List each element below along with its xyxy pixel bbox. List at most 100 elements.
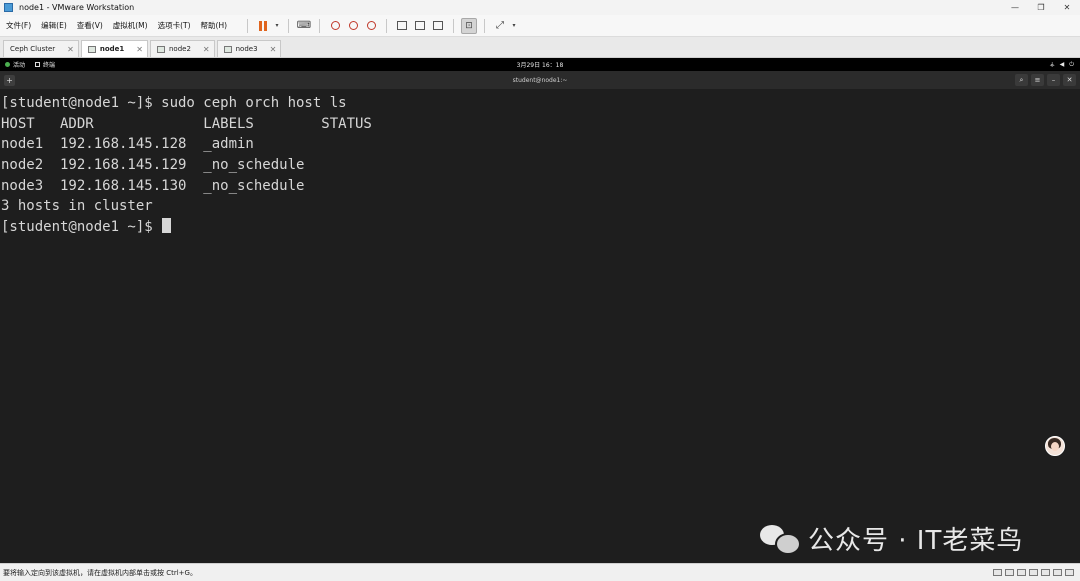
menu-tabs[interactable]: 选项卡(T) [154,20,195,31]
gnome-clock[interactable]: 3月29日 16：18 [0,60,1080,69]
system-tray[interactable]: ⚶ ◀ ⏻ [1050,61,1080,69]
tab-ceph-cluster[interactable]: Ceph Cluster ✕ [3,40,79,57]
gnome-left: 活动 终端 [0,60,60,69]
vm-icon [156,45,165,53]
terminal-minimize-button[interactable]: – [1047,74,1060,86]
terminal-title: student@node1:~ [512,76,568,84]
terminal-prompt-line: [student@node1 ~]$ [1,217,1080,238]
tab-label: node1 [99,45,125,53]
avatar-face [1051,442,1059,451]
snapshot-manager-icon [366,21,376,30]
close-icon: ✕ [1066,76,1073,84]
watermark: 公众号 · IT老菜鸟 [760,518,1023,558]
snapshot-button[interactable] [327,18,343,34]
tab-node2[interactable]: node2 ✕ [149,40,215,57]
terminal-close-button[interactable]: ✕ [1063,74,1076,86]
maximize-button[interactable]: ❐ [1028,0,1054,15]
vm-tab-bar: Ceph Cluster ✕ node1 ✕ node2 ✕ node3 ✕ [0,37,1080,58]
power-dropdown-button[interactable]: ▾ [273,18,281,34]
window-controls: — ❐ ✕ [1002,0,1080,15]
toolbar-separator [319,18,321,33]
tab-node3[interactable]: node3 ✕ [216,40,282,57]
toolbar-separator [386,18,388,33]
device-icons [993,569,1080,576]
terminal-icon [35,62,41,67]
display-icon[interactable] [1053,569,1062,576]
window-title: node1 - VMware Workstation [19,3,135,12]
show-library-button[interactable] [394,18,410,34]
terminal-header-bar: + student@node1:~ ⌕ ≡ – ✕ [0,71,1080,90]
close-icon[interactable]: ✕ [67,45,74,54]
sound-icon[interactable] [1041,569,1050,576]
toolbar: ▾ ⌨ ⊡ ⤢ ▾ [241,17,519,34]
activities-label: 活动 [13,62,26,69]
terminal-cursor [162,218,172,234]
toolbar-separator [288,18,290,33]
terminal-line: node3 192.168.145.130 _no_schedule [1,177,305,194]
hamburger-icon: ≡ [1034,76,1041,84]
menu-view[interactable]: 查看(V) [73,20,107,31]
new-tab-button[interactable]: + [4,74,15,86]
usb-icon[interactable] [1029,569,1038,576]
network-adapter-icon[interactable] [1017,569,1026,576]
gnome-top-bar: 活动 终端 3月29日 16：18 ⚶ ◀ ⏻ [0,58,1080,71]
terminal-line: node1 192.168.145.128 _admin [1,136,254,153]
toolbar-separator [247,18,249,33]
menu-edit[interactable]: 编辑(E) [37,20,71,31]
revert-snapshot-button[interactable] [345,18,361,34]
terminal-output[interactable]: [student@node1 ~]$ sudo ceph orch host l… [0,90,1080,563]
terminal-line: [student@node1 ~]$ sudo ceph orch host l… [1,95,347,111]
minimize-button[interactable]: — [1002,0,1028,15]
menu-help[interactable]: 帮助(H) [197,20,232,31]
menu-vm[interactable]: 虚拟机(M) [109,20,152,31]
cdrom-icon[interactable] [1005,569,1014,576]
wechat-icon [760,523,801,555]
stretch-view-button[interactable]: ⤢ [492,18,508,34]
hard-disk-icon[interactable] [993,569,1002,576]
pause-button[interactable] [255,18,271,34]
volume-icon: ◀ [1059,61,1065,68]
library-icon [397,21,408,30]
tab-label: node3 [235,45,258,53]
tab-node1[interactable]: node1 ✕ [80,40,148,57]
message-icon[interactable] [1065,569,1074,576]
power-icon: ⏻ [1069,60,1074,68]
terminal-app-menu[interactable]: 终端 [30,60,60,69]
minimize-icon: – [1051,76,1056,84]
activities-button[interactable]: 活动 [0,60,30,69]
activities-icon [5,62,10,67]
vm-icon [223,45,232,53]
close-button[interactable]: ✕ [1054,0,1080,15]
title-bar: node1 - VMware Workstation — ❐ ✕ [0,0,1080,15]
close-icon[interactable]: ✕ [270,45,277,54]
terminal-search-button[interactable]: ⌕ [1015,74,1028,86]
console-view-button[interactable]: ⊡ [461,17,478,34]
keyboard-icon: ⌨ [296,20,312,31]
close-icon[interactable]: ✕ [203,45,210,54]
tab-label: Ceph Cluster [10,45,56,53]
toolbar-separator [453,18,455,33]
full-screen-button[interactable] [430,18,446,34]
snapshot-manager-button[interactable] [363,18,379,34]
snapshot-icon [330,21,340,30]
status-bar: 要将输入定向到该虚拟机，请在虚拟机内部单击或按 Ctrl+G。 [0,563,1080,581]
close-icon[interactable]: ✕ [136,45,143,54]
revert-snapshot-icon [348,21,358,30]
menu-bar: 文件(F) 编辑(E) 查看(V) 虚拟机(M) 选项卡(T) 帮助(H) ▾ … [0,15,1080,37]
thumbnail-bar-button[interactable] [412,18,428,34]
terminal-prompt: [student@node1 ~]$ [1,219,162,236]
stretch-icon: ⤢ [496,20,505,31]
fullscreen-icon [433,21,444,30]
vmware-window: node1 - VMware Workstation — ❐ ✕ 文件(F) 编… [0,0,1080,581]
plus-icon: + [6,75,13,85]
menu-file[interactable]: 文件(F) [2,20,35,31]
terminal-line: HOST ADDR LABELS STATUS [1,115,372,132]
terminal-app-label: 终端 [43,62,56,69]
terminal-menu-button[interactable]: ≡ [1031,74,1044,86]
send-ctrl-alt-del-button[interactable]: ⌨ [296,18,312,34]
tab-label: node2 [168,45,191,53]
terminal-line: node2 192.168.145.129 _no_schedule [1,157,305,174]
stretch-dropdown-button[interactable]: ▾ [510,18,518,34]
pause-icon [259,20,268,31]
network-icon: ⚶ [1049,61,1055,68]
